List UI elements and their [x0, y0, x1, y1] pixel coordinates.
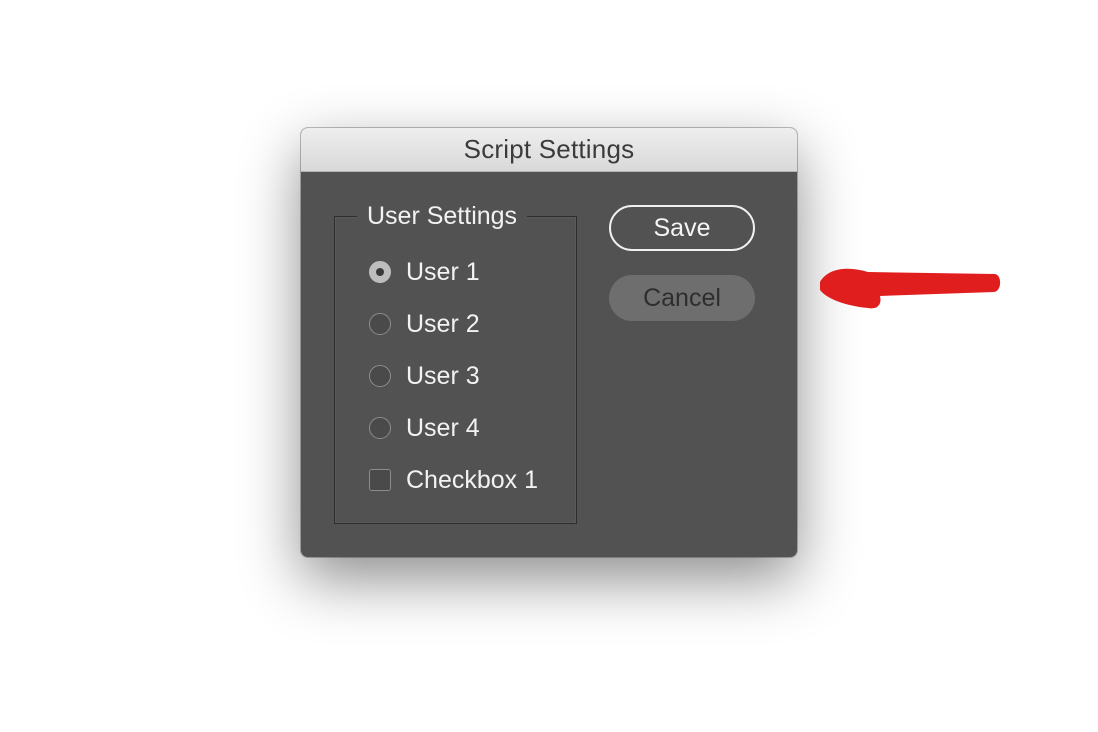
- user-settings-panel: User Settings User 1 User 2 User 3 User …: [334, 199, 577, 524]
- stage: Script Settings User Settings User 1 Use…: [0, 0, 1098, 732]
- checkbox-label: Checkbox 1: [406, 465, 539, 494]
- radio-label: User 1: [406, 257, 480, 286]
- radio-user-1[interactable]: User 1: [369, 255, 480, 289]
- script-settings-dialog: Script Settings User Settings User 1 Use…: [301, 128, 797, 557]
- checkbox-1[interactable]: Checkbox 1: [369, 463, 538, 497]
- radio-user-4[interactable]: User 4: [369, 411, 480, 445]
- radio-label: User 4: [406, 413, 480, 442]
- radio-user-2[interactable]: User 2: [369, 307, 480, 341]
- dialog-titlebar[interactable]: Script Settings: [301, 128, 797, 172]
- checkbox[interactable]: [369, 469, 391, 491]
- radio-button[interactable]: [369, 417, 391, 439]
- radio-label: User 3: [406, 361, 480, 390]
- radio-button[interactable]: [369, 313, 391, 335]
- red-annotation-arrow-icon: [820, 268, 1001, 309]
- radio-button-checked[interactable]: [369, 261, 391, 283]
- dialog-title: Script Settings: [463, 134, 635, 164]
- cancel-button[interactable]: Cancel: [609, 275, 755, 321]
- radio-button[interactable]: [369, 365, 391, 387]
- radio-user-3[interactable]: User 3: [369, 359, 480, 393]
- user-settings-legend: User Settings: [357, 199, 528, 233]
- radio-dot: [376, 268, 384, 276]
- radio-label: User 2: [406, 309, 480, 338]
- save-button[interactable]: Save: [609, 205, 755, 251]
